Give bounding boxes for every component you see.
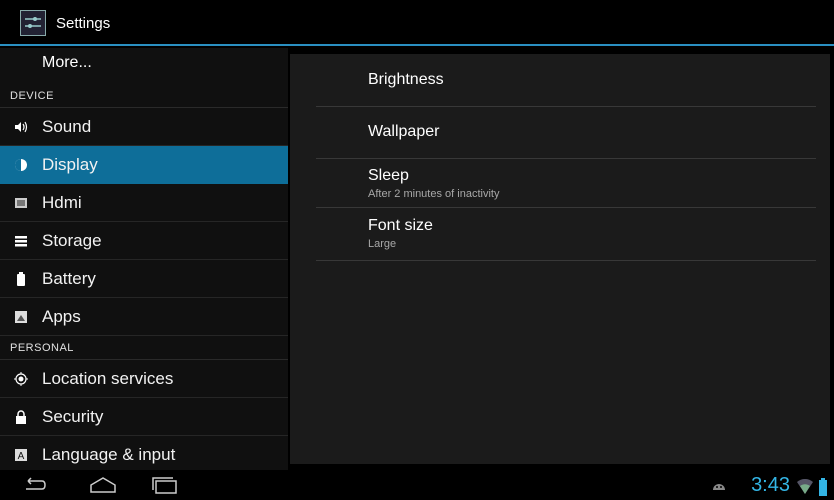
setting-title: Sleep	[368, 167, 409, 184]
sidebar-item-label: Location services	[42, 369, 174, 388]
display-settings-panel: Brightness Wallpaper Sleep After 2 minut…	[290, 54, 830, 464]
sidebar-item-label: Storage	[42, 231, 102, 250]
setting-title: Brightness	[368, 71, 444, 88]
sidebar-item-label: Display	[42, 155, 98, 174]
recent-apps-icon[interactable]	[150, 476, 180, 494]
navigation-bar: 3:43	[0, 470, 834, 500]
sidebar-item-label: Language & input	[42, 445, 176, 464]
setting-sleep[interactable]: Sleep After 2 minutes of inactivity	[316, 159, 816, 208]
battery-status-icon	[819, 478, 827, 496]
settings-sliders-icon[interactable]	[20, 10, 46, 36]
lock-icon	[16, 410, 26, 424]
hdmi-icon	[15, 198, 27, 208]
sidebar-item-apps[interactable]: Apps	[0, 298, 288, 336]
sidebar-item-label: Sound	[42, 117, 92, 136]
sidebar-item-battery[interactable]: Battery	[0, 260, 288, 298]
sidebar-item-label: Security	[42, 407, 104, 426]
speaker-icon	[15, 121, 28, 133]
sidebar-item-sound[interactable]: Sound	[0, 108, 288, 146]
section-header-device: DEVICE	[0, 84, 288, 108]
settings-sidebar: More... DEVICE Sound Display Hdmi Storag…	[0, 48, 288, 470]
section-header-personal: PERSONAL	[0, 336, 288, 360]
setting-wallpaper[interactable]: Wallpaper	[316, 107, 816, 159]
android-debug-icon	[713, 484, 725, 490]
setting-font-size[interactable]: Font size Large	[316, 208, 816, 261]
storage-icon	[15, 236, 27, 247]
home-icon[interactable]	[88, 476, 118, 494]
setting-subtitle: After 2 minutes of inactivity	[368, 188, 500, 200]
location-icon	[14, 372, 28, 386]
battery-icon	[17, 272, 25, 286]
sidebar-item-display[interactable]: Display	[0, 146, 288, 184]
action-bar: Settings	[0, 0, 834, 46]
setting-title: Wallpaper	[368, 123, 440, 140]
sidebar-item-label: Battery	[42, 269, 96, 288]
sidebar-item-language[interactable]: A Language & input	[0, 436, 288, 470]
sidebar-item-label: Apps	[42, 307, 81, 326]
app-title: Settings	[56, 15, 111, 32]
setting-brightness[interactable]: Brightness	[316, 54, 816, 107]
sidebar-item-label: Hdmi	[42, 193, 82, 212]
back-icon[interactable]	[22, 476, 46, 494]
setting-subtitle: Large	[368, 238, 397, 250]
apps-icon	[15, 311, 27, 323]
sidebar-item-more[interactable]: More...	[0, 48, 288, 84]
sidebar-item-storage[interactable]: Storage	[0, 222, 288, 260]
language-icon: A	[15, 449, 27, 462]
brightness-icon	[15, 159, 27, 171]
sidebar-item-hdmi[interactable]: Hdmi	[0, 184, 288, 222]
wifi-icon	[797, 479, 813, 494]
sidebar-item-security[interactable]: Security	[0, 398, 288, 436]
sidebar-item-location[interactable]: Location services	[0, 360, 288, 398]
setting-title: Font size	[368, 217, 433, 234]
svg-text:A: A	[18, 451, 25, 462]
status-clock: 3:43	[751, 474, 790, 496]
